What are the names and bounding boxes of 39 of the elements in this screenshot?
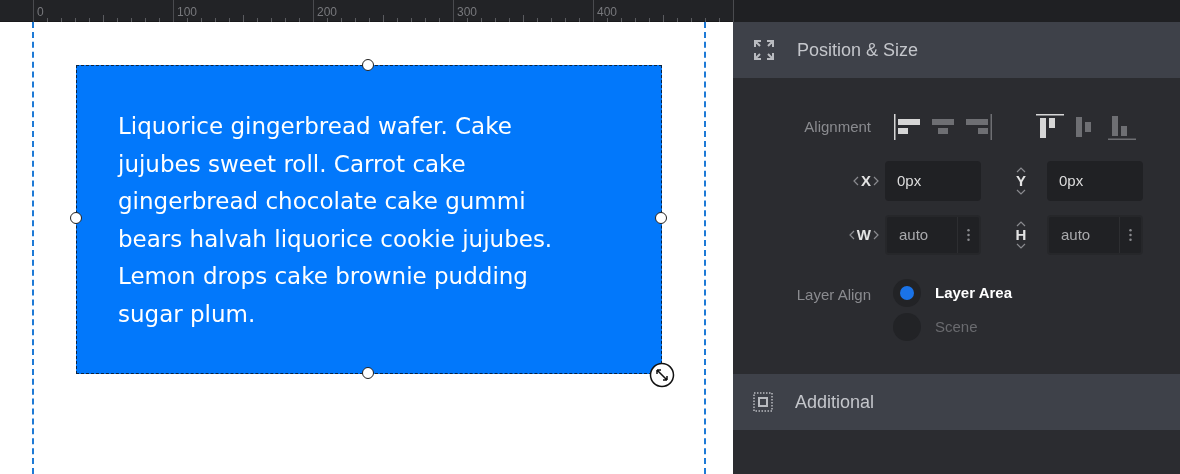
resize-handle[interactable]	[70, 212, 82, 224]
field-label: X	[861, 170, 871, 191]
value-field[interactable]: auto	[1047, 215, 1143, 255]
field-value: auto	[898, 224, 930, 245]
section-title: Position & Size	[797, 38, 919, 62]
field-value: 0px	[896, 170, 923, 191]
section-header[interactable]: Position & Size	[733, 22, 1180, 78]
field-label: Y	[1016, 173, 1026, 189]
ruler-label: 400	[597, 4, 618, 21]
layer-text: Liquorice gingerbread wafer. Cake jujubes sweet roll. Carrot cake gingerbread chocolate cake gummi bears halvah liquorice cookie jujubes. Lemon drops cake brownie pudding sugar plum.	[118, 112, 554, 329]
value-field[interactable]: 0px	[885, 161, 981, 201]
field-value: 0px	[1058, 170, 1085, 191]
field-label: W	[856, 224, 871, 245]
field-label: H	[1015, 227, 1027, 243]
resize-corner-icon[interactable]	[649, 362, 675, 388]
text-layer[interactable]: Liquorice gingerbread wafer. Cake jujubes sweet roll. Carrot cake gingerbread chocolate cake gummi bears halvah liquorice cookie jujubes. Lemon drops cake brownie pudding sugar plum.	[76, 65, 662, 374]
value-field[interactable]: auto	[885, 215, 981, 255]
radio-option[interactable]: Layer Area	[893, 279, 1012, 307]
ruler-label: 300	[457, 4, 478, 21]
align-bottom-button[interactable]	[1107, 113, 1137, 141]
align-icon	[1108, 114, 1136, 140]
select-frame-icon	[753, 392, 773, 412]
ruler-label: 200	[317, 4, 338, 21]
section-title: Additional	[795, 390, 875, 414]
value-field[interactable]: 0px	[1047, 161, 1143, 201]
ruler-label: 0	[37, 4, 44, 21]
field-value: auto	[1060, 224, 1092, 245]
layer-align-label: Layer Align	[795, 285, 871, 305]
section-header[interactable]: Additional	[733, 374, 1180, 430]
align-icon	[966, 114, 994, 140]
align-icon	[1036, 114, 1064, 140]
expand-icon	[753, 39, 775, 61]
resize-handle[interactable]	[362, 59, 374, 71]
align-icon	[894, 114, 922, 140]
align-top-button[interactable]	[1035, 113, 1065, 141]
align-left-button[interactable]	[893, 113, 923, 141]
alignment-label: Alignment	[803, 116, 871, 137]
align-right-button[interactable]	[965, 113, 995, 141]
ruler-label: 100	[177, 4, 198, 21]
